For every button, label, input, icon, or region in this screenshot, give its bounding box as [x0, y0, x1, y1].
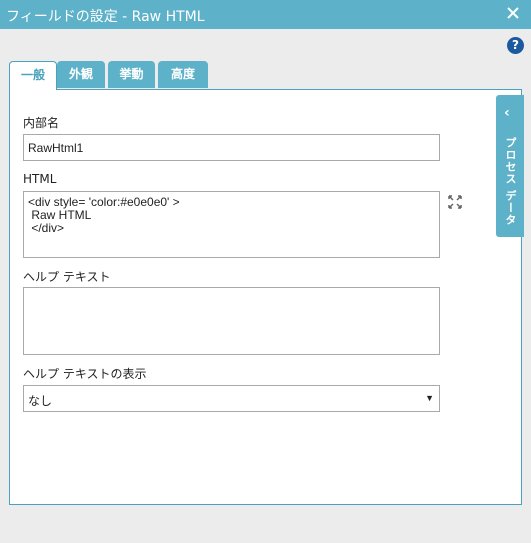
help-display-label: ヘルプ テキストの表示	[23, 367, 147, 381]
help-display-select[interactable]: なし ▼	[23, 385, 440, 412]
tab-appearance[interactable]: 外観	[57, 61, 105, 88]
help-text-textarea[interactable]	[23, 287, 440, 355]
window-title: フィールドの設定 - Raw HTML	[6, 9, 205, 25]
dropdown-arrow-icon: ▼	[425, 393, 434, 403]
tab-behavior[interactable]: 挙動	[108, 61, 155, 88]
title-bar: フィールドの設定 - Raw HTML	[0, 0, 531, 29]
tab-advanced[interactable]: 高度	[158, 61, 208, 88]
html-textarea[interactable]: <div style= 'color:#e0e0e0' > Raw HTML <…	[23, 191, 440, 258]
settings-panel: 内部名 RawHtml1 HTML <div style= 'color:#e0…	[9, 89, 524, 505]
internal-name-label: 内部名	[23, 116, 60, 130]
chevron-left-icon: ‹	[504, 105, 510, 121]
help-icon[interactable]: ?	[507, 37, 524, 54]
process-data-tab[interactable]: ‹ プロセス データ	[496, 95, 524, 237]
tab-general[interactable]: 一般	[9, 61, 57, 90]
expand-icon[interactable]	[447, 194, 463, 210]
internal-name-input[interactable]: RawHtml1	[23, 134, 440, 161]
help-text-label: ヘルプ テキスト	[23, 270, 111, 284]
html-label: HTML	[23, 172, 57, 186]
process-data-label: プロセス データ	[504, 137, 517, 226]
help-display-value: なし	[28, 394, 53, 408]
close-icon[interactable]	[505, 5, 521, 21]
